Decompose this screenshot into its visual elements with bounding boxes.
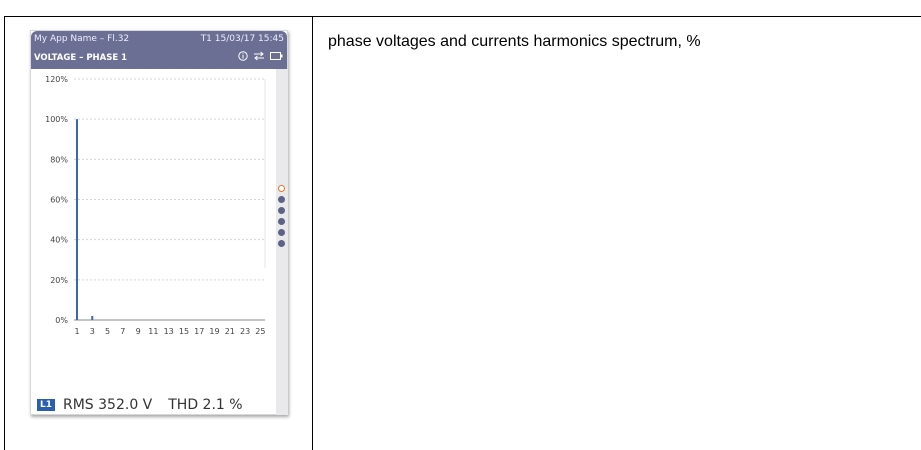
y-tick-label: 120%: [45, 75, 68, 84]
y-tick-label: 0%: [55, 316, 68, 325]
table-top-border: [4, 16, 921, 17]
table-column-divider: [312, 16, 313, 450]
x-tick-label: 11: [148, 327, 158, 336]
x-tick-label: 21: [225, 327, 235, 336]
device-screen: My App Name – Fl.32 T1 15/03/17 15:45 VO…: [30, 30, 288, 415]
swap-icon[interactable]: [253, 51, 265, 61]
y-tick-label: 80%: [50, 155, 68, 164]
header-icons: [238, 51, 283, 61]
x-tick-label: 1: [74, 327, 79, 336]
x-tick-label: 5: [105, 327, 110, 336]
battery-icon: [270, 52, 283, 60]
app-name: My App Name – Fl.32: [34, 34, 130, 44]
info-icon[interactable]: [238, 51, 248, 61]
description-text: phase voltages and currents harmonics sp…: [328, 33, 701, 50]
page-dot[interactable]: [278, 207, 285, 214]
x-tick-label: 3: [90, 327, 95, 336]
page-indicator: [278, 185, 286, 251]
page-dot[interactable]: [278, 185, 285, 192]
table-left-border: [4, 16, 5, 450]
x-tick-label: 15: [179, 327, 189, 336]
x-tick-label: 17: [194, 327, 204, 336]
y-tick-label: 40%: [50, 236, 68, 245]
bar-h3: [91, 315, 94, 320]
x-tick-label: 23: [240, 327, 250, 336]
y-tick-label: 100%: [45, 115, 68, 124]
page-dot[interactable]: [278, 196, 285, 203]
page-dot[interactable]: [278, 229, 285, 236]
y-tick-label: 60%: [50, 196, 68, 205]
harmonics-chart: 0%20%40%60%80%100%120%1 3 5 7 9 11 13 15 17 19 21 2…: [45, 75, 266, 336]
rms-value: RMS 352.0 V: [63, 397, 153, 413]
x-tick-label: 9: [136, 327, 141, 336]
measurement-footer: L1 RMS 352.0 V THD 2.1 %: [37, 397, 243, 413]
x-tick-label: 13: [164, 327, 174, 336]
device-header: My App Name – Fl.32 T1 15/03/17 15:45 VO…: [31, 31, 287, 69]
x-tick-label: 25: [255, 327, 265, 336]
thd-value: THD 2.1 %: [168, 397, 243, 413]
datetime-label: T1 15/03/17 15:45: [200, 34, 284, 44]
x-tick-label: 19: [209, 327, 219, 336]
page-dot[interactable]: [278, 240, 285, 247]
screen-title: VOLTAGE – PHASE 1: [34, 53, 128, 63]
y-tick-label: 20%: [50, 276, 68, 285]
bar-h1: [76, 119, 78, 320]
page-dot[interactable]: [278, 218, 285, 225]
x-tick-label: 7: [120, 327, 125, 336]
phase-badge[interactable]: L1: [37, 399, 55, 411]
